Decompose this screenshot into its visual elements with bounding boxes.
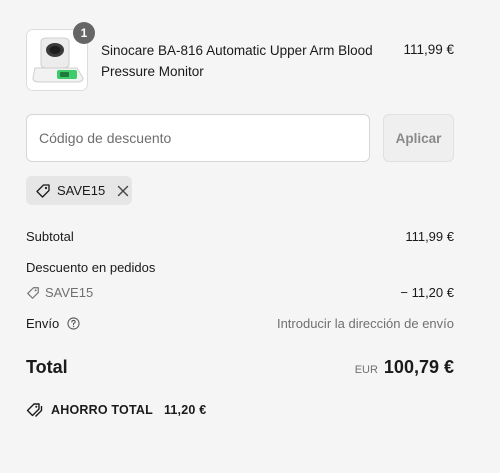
shipping-row: Envío Introducir la dirección de envío xyxy=(26,316,454,334)
order-discount-code: SAVE15 xyxy=(45,285,94,300)
order-discount-heading-row: Descuento en pedidos xyxy=(26,260,454,278)
subtotal-row: Subtotal 111,99 € xyxy=(26,229,454,247)
total-currency: EUR xyxy=(354,364,378,376)
subtotal-label: Subtotal xyxy=(26,229,74,244)
total-label: Total xyxy=(26,357,68,377)
tags-icon xyxy=(26,402,44,418)
quantity-badge: 1 xyxy=(73,22,95,44)
cart-line-item: 1 Sinocare BA-816 Automatic Upper Arm Bl… xyxy=(26,22,454,91)
order-discount-value: − 11,20 € xyxy=(400,285,454,300)
subtotal-value: 111,99 € xyxy=(405,229,454,244)
discount-code-input[interactable] xyxy=(26,114,370,162)
total-row: Total EUR 100,79 € xyxy=(26,357,454,381)
checkout-order-summary: 1 Sinocare BA-816 Automatic Upper Arm Bl… xyxy=(0,0,500,473)
product-name: Sinocare BA-816 Automatic Upper Arm Bloo… xyxy=(101,43,373,79)
tag-icon xyxy=(35,183,51,199)
product-price: 111,99 € xyxy=(403,42,454,57)
applied-discount-code: SAVE15 xyxy=(57,183,106,198)
savings-value: 11,20 € xyxy=(163,403,207,417)
close-icon[interactable] xyxy=(117,185,129,197)
total-savings: AHORRO TOTAL 11,20 € xyxy=(26,402,206,418)
apply-discount-button[interactable]: Aplicar xyxy=(383,114,454,162)
question-circle-icon[interactable] xyxy=(67,317,80,330)
order-discount-row: SAVE15 − 11,20 € xyxy=(26,285,454,303)
applied-discount-chip: SAVE15 xyxy=(26,176,132,205)
shipping-value: Introducir la dirección de envío xyxy=(276,316,454,331)
savings-label: AHORRO TOTAL xyxy=(51,403,153,417)
total-value: 100,79 € xyxy=(383,357,454,377)
tag-icon xyxy=(26,286,40,300)
shipping-label: Envío xyxy=(26,316,60,331)
order-discount-label: Descuento en pedidos xyxy=(26,260,156,275)
